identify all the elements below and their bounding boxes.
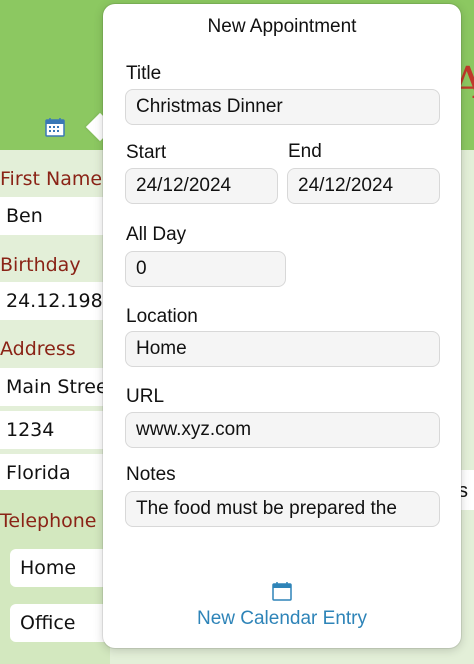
all-day-input[interactable]: 0 xyxy=(125,251,286,287)
end-label: End xyxy=(288,141,322,162)
title-input[interactable]: Christmas Dinner xyxy=(125,89,440,125)
birthday-field[interactable]: 24.12.1987 xyxy=(0,282,110,320)
phone-office-field[interactable]: Office xyxy=(10,604,110,642)
birthday-label: Birthday xyxy=(0,254,81,276)
url-input[interactable]: www.xyz.com xyxy=(125,412,440,448)
new-appointment-popover: New Appointment Title Christmas Dinner S… xyxy=(103,4,461,648)
first-name-label: First Name xyxy=(0,168,103,190)
new-calendar-entry-button[interactable]: New Calendar Entry xyxy=(103,580,461,630)
notes-input[interactable]: The food must be prepared the xyxy=(125,491,440,527)
house-number-field[interactable]: 1234 xyxy=(0,411,110,449)
title-label: Title xyxy=(126,63,162,84)
first-name-value: Ben xyxy=(6,205,43,227)
location-input[interactable]: Home xyxy=(125,331,440,367)
url-label: URL xyxy=(126,386,165,407)
notes-label: Notes xyxy=(126,464,176,485)
start-date-input[interactable]: 24/12/2024 xyxy=(125,168,278,204)
location-label: Location xyxy=(126,306,198,327)
calendar-icon xyxy=(272,582,292,601)
street-value: Main Stree xyxy=(6,376,108,398)
end-date-input[interactable]: 24/12/2024 xyxy=(287,168,440,204)
popover-title: New Appointment xyxy=(207,16,357,37)
first-name-field[interactable]: Ben xyxy=(0,197,110,235)
house-number-value: 1234 xyxy=(6,419,55,441)
telephone-label: Telephone xyxy=(0,510,97,532)
all-day-label: All Day xyxy=(126,224,187,245)
state-field[interactable]: Florida xyxy=(0,454,110,492)
phone-home-value: Home xyxy=(20,557,77,579)
birthday-value: 24.12.1987 xyxy=(6,290,110,312)
street-field[interactable]: Main Stree xyxy=(0,368,110,406)
new-calendar-entry-label: New Calendar Entry xyxy=(196,608,368,629)
phone-home-field[interactable]: Home xyxy=(10,549,110,587)
phone-office-value: Office xyxy=(20,612,76,634)
state-value: Florida xyxy=(6,462,71,484)
address-label: Address xyxy=(0,338,76,360)
calendar-icon[interactable] xyxy=(44,116,66,138)
start-label: Start xyxy=(126,142,167,163)
